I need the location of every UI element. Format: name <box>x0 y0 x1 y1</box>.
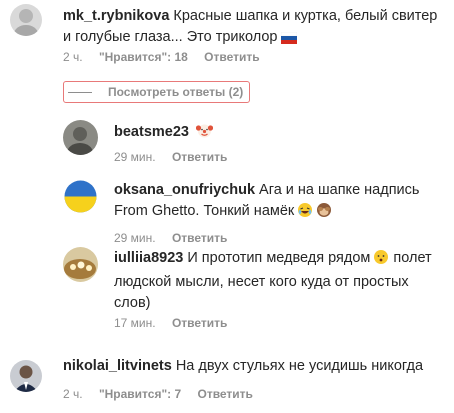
comment-time[interactable]: 2 ч. <box>63 387 83 401</box>
laughing-face-icon <box>297 202 313 225</box>
reply-time[interactable]: 17 мин. <box>114 316 156 330</box>
hushed-face-icon <box>373 249 389 272</box>
view-replies-label: Посмотреть ответы (2) <box>108 85 244 99</box>
reply-time[interactable]: 29 мин. <box>114 150 156 164</box>
avatar[interactable] <box>63 179 98 214</box>
comment-time[interactable]: 2 ч. <box>63 50 83 64</box>
comment-username[interactable]: nikolai_litvinets <box>63 358 172 374</box>
comment-text: На двух стульях не усидишь никогда <box>175 358 424 374</box>
reply-body: iulliia8923 И прототип медведя рядом пол… <box>114 248 434 314</box>
reply-button[interactable]: Ответить <box>172 231 227 245</box>
comment-body: mk_t.rybnikova Красные шапка и куртка, б… <box>63 6 448 51</box>
reply-meta: 17 мин. Ответить <box>114 316 240 330</box>
reply-body: beatsme23 <box>114 122 444 146</box>
comment-meta: 2 ч. "Нравится": 7 Ответить <box>63 387 266 401</box>
divider-line <box>68 91 92 93</box>
reply-meta: 29 мин. Ответить <box>114 150 240 164</box>
see-no-evil-monkey-icon <box>316 202 332 225</box>
russia-flag-icon <box>280 30 297 51</box>
clown-face-icon <box>195 122 214 146</box>
reply-button[interactable]: Ответить <box>172 150 227 164</box>
reply-username[interactable]: beatsme23 <box>114 124 189 140</box>
reply-button[interactable]: Ответить <box>204 50 259 64</box>
avatar[interactable] <box>10 360 42 392</box>
reply-username[interactable]: iulliia8923 <box>114 250 183 266</box>
reply-time[interactable]: 29 мин. <box>114 231 156 245</box>
reply-button[interactable]: Ответить <box>197 387 252 401</box>
comment-meta: 2 ч. "Нравится": 18 Ответить <box>63 50 273 64</box>
likes-count[interactable]: "Нравится": 18 <box>99 50 188 64</box>
reply-body: oksana_onufriychuk Ага и на шапке надпис… <box>114 180 444 225</box>
likes-count[interactable]: "Нравится": 7 <box>99 387 181 401</box>
avatar[interactable] <box>63 247 98 282</box>
avatar[interactable] <box>10 4 42 36</box>
reply-text: И прототип медведя рядом <box>187 250 371 266</box>
reply-meta: 29 мин. Ответить <box>114 231 240 245</box>
comment-body: nikolai_litvinets На двух стульях не уси… <box>63 356 448 377</box>
reply-button[interactable]: Ответить <box>172 316 227 330</box>
view-replies-button[interactable]: Посмотреть ответы (2) <box>63 81 251 103</box>
reply-username[interactable]: oksana_onufriychuk <box>114 182 255 198</box>
avatar[interactable] <box>63 120 98 155</box>
comment-username[interactable]: mk_t.rybnikova <box>63 8 169 24</box>
